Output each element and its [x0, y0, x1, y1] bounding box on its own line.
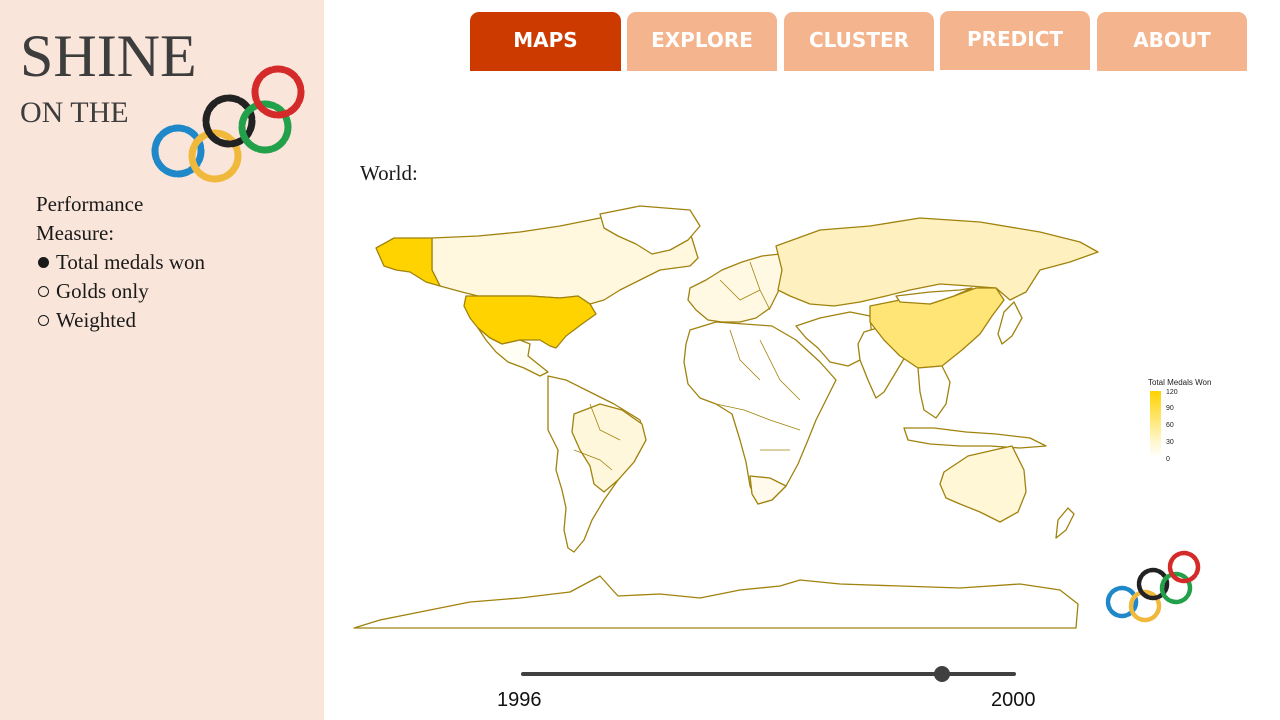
legend-tick: 60 — [1166, 422, 1174, 429]
brand-subtitle: ON THE — [20, 96, 129, 129]
legend-tick: 30 — [1166, 439, 1174, 446]
option-weighted[interactable]: Weighted — [36, 306, 205, 335]
sidebar: SHINE ON THE Performance Measure: Total … — [0, 0, 324, 720]
map-region-japan — [997, 301, 1023, 345]
legend-tick: 120 — [1166, 389, 1178, 396]
tab-predict[interactable]: PREDICT — [940, 11, 1090, 70]
map-region-indonesia — [903, 427, 1047, 449]
map-region-alaska — [375, 237, 441, 287]
map-title: World: — [360, 161, 418, 185]
option-total-medals[interactable]: Total medals won — [36, 248, 205, 277]
map-region-europe — [687, 253, 785, 323]
option-label: Total medals won — [56, 250, 205, 274]
slider-min-label: 1996 — [497, 689, 542, 711]
tab-cluster[interactable]: CLUSTER — [784, 12, 934, 71]
legend-color-bar — [1150, 391, 1161, 458]
map-region-antarctica — [353, 575, 1079, 629]
option-golds-only[interactable]: Golds only — [36, 277, 205, 306]
legend-tick: 0 — [1166, 456, 1170, 463]
olympic-rings-logo — [151, 65, 305, 183]
legend-title: Total Medals Won — [1148, 378, 1212, 387]
legend-tick: 90 — [1166, 405, 1174, 412]
radio-icon[interactable] — [38, 286, 49, 297]
option-label: Weighted — [56, 308, 136, 332]
slider-handle[interactable] — [933, 666, 950, 682]
world-map — [353, 205, 1099, 629]
map-region-usa — [463, 295, 597, 349]
map-region-new-zealand — [1055, 507, 1075, 539]
year-slider[interactable] — [521, 666, 1016, 682]
slider-max-label: 2000 — [991, 689, 1036, 711]
performance-measure: Performance Measure: Total medals won Go… — [36, 190, 205, 335]
map-region-australia — [939, 445, 1027, 523]
tab-about[interactable]: ABOUT — [1097, 12, 1247, 71]
map-legend: Total Medals Won 120 90 60 30 0 — [1148, 378, 1258, 468]
tab-explore[interactable]: EXPLORE — [627, 12, 777, 71]
option-label: Golds only — [56, 279, 149, 303]
radio-selected-icon[interactable] — [38, 257, 49, 268]
map-region-southeast-asia — [917, 365, 951, 419]
tab-maps[interactable]: MAPS — [470, 12, 621, 71]
radio-icon[interactable] — [38, 315, 49, 326]
measure-label: Performance Measure: — [36, 192, 144, 245]
olympic-rings-icon — [1105, 550, 1201, 623]
